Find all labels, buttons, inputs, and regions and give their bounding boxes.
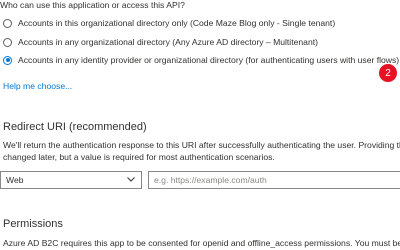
redirect-description-line2: changed later, but a value is required f… bbox=[3, 152, 275, 162]
help-me-choose-link[interactable]: Help me choose... bbox=[3, 81, 72, 91]
redirect-uri-input[interactable] bbox=[148, 171, 400, 189]
radio-label: Accounts in any organizational directory… bbox=[18, 37, 318, 47]
access-question: Who can use this application or access t… bbox=[0, 0, 185, 10]
redirect-uri-heading: Redirect URI (recommended) bbox=[3, 121, 147, 133]
chevron-down-icon bbox=[127, 177, 135, 182]
radio-multitenant[interactable]: Accounts in any organizational directory… bbox=[3, 35, 318, 49]
platform-select[interactable]: Web bbox=[0, 171, 142, 189]
platform-select-value: Web bbox=[6, 175, 24, 185]
step-badge: 2 bbox=[379, 64, 397, 82]
radio-button-selected[interactable] bbox=[3, 55, 12, 65]
radio-label: Accounts in any identity provider or org… bbox=[18, 55, 400, 65]
permissions-heading: Permissions bbox=[3, 218, 63, 230]
radio-button[interactable] bbox=[3, 18, 12, 28]
radio-button[interactable] bbox=[3, 37, 12, 47]
radio-single-tenant[interactable]: Accounts in this organizational director… bbox=[3, 16, 335, 30]
radio-label: Accounts in this organizational director… bbox=[18, 18, 336, 28]
radio-identity-provider[interactable]: Accounts in any identity provider or org… bbox=[3, 53, 399, 67]
redirect-description-line1: We'll return the authentication response… bbox=[3, 140, 400, 150]
permissions-description: Azure AD B2C requires this app to be con… bbox=[3, 238, 400, 248]
